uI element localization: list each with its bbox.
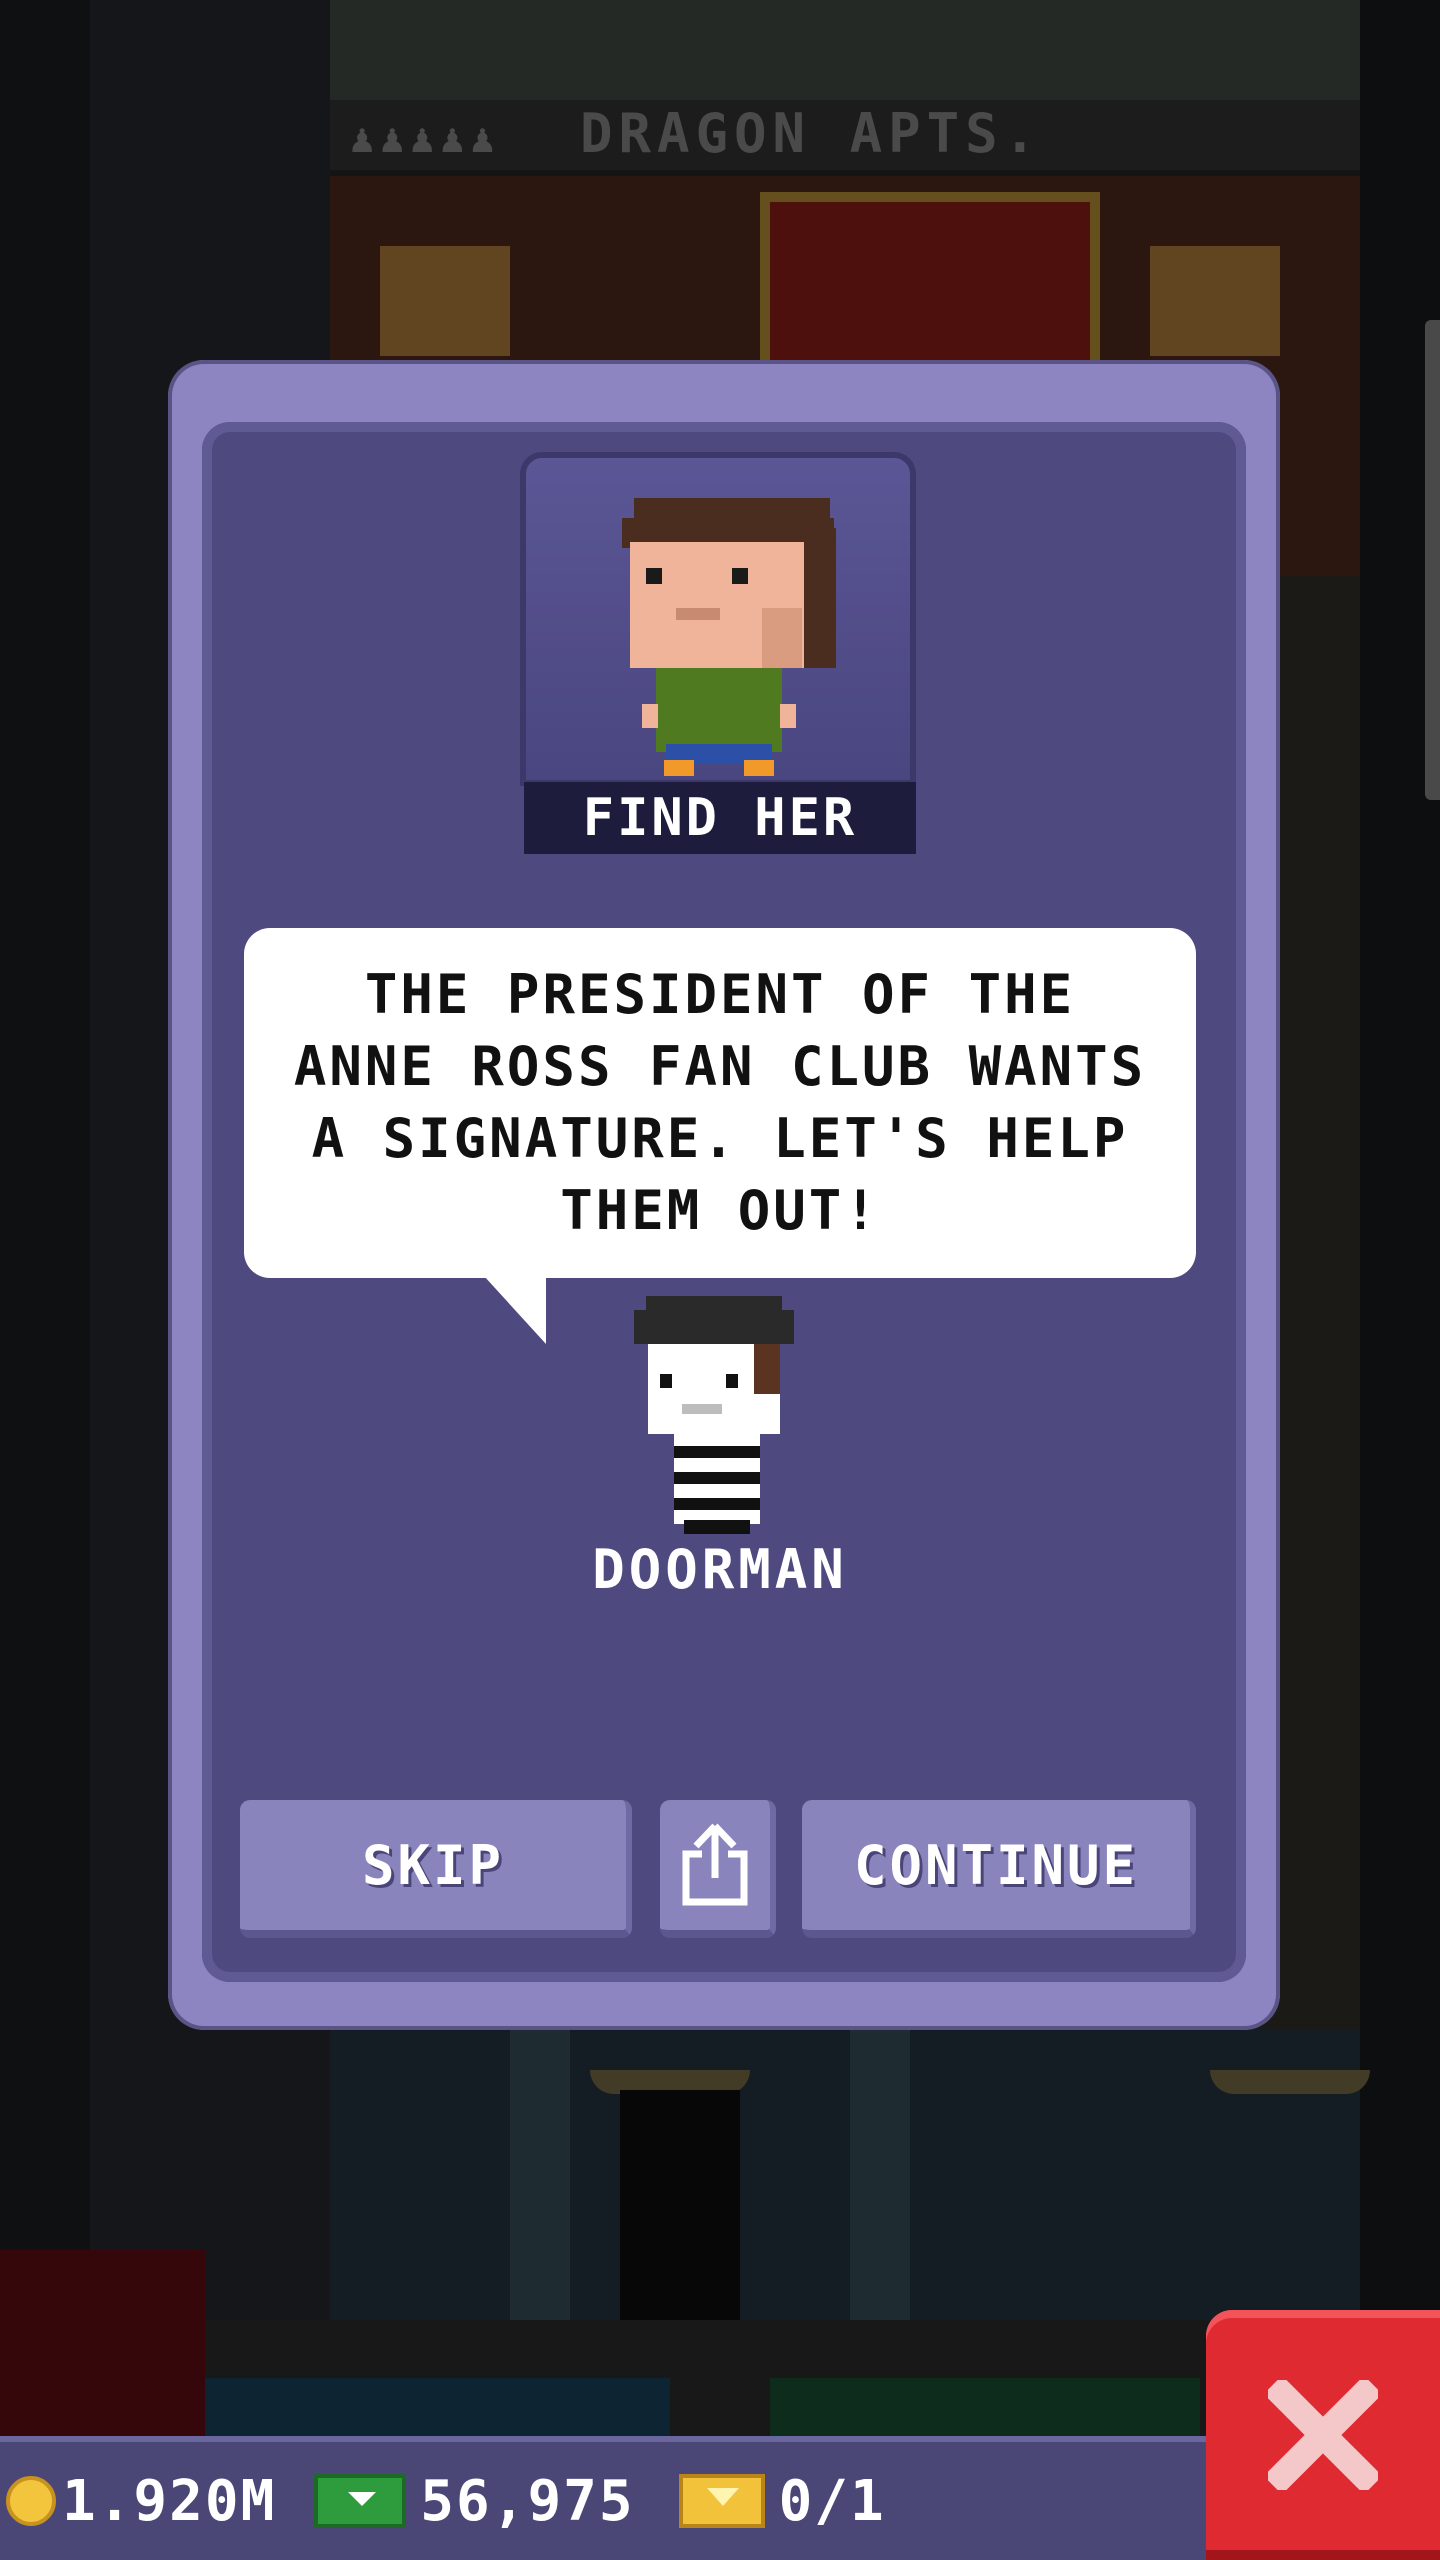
share-icon — [682, 1823, 748, 1906]
coin-icon — [6, 2476, 56, 2526]
speech-bubble: THE PRESIDENT OF THE ANNE ROSS FAN CLUB … — [244, 928, 1196, 1278]
skip-button[interactable]: SKIP — [240, 1800, 632, 1938]
bux-icon — [314, 2474, 407, 2528]
bux-counter: 56,975 — [296, 2469, 634, 2534]
doorman-character-icon — [634, 1296, 794, 1534]
close-button[interactable] — [1206, 2310, 1440, 2560]
close-icon — [1268, 2380, 1378, 2490]
mission-title: FIND HER — [524, 782, 916, 854]
ticket-value: 0/1 — [778, 2468, 886, 2534]
speech-text: THE PRESIDENT OF THE ANNE ROSS FAN CLUB … — [293, 963, 1147, 1242]
share-button[interactable] — [660, 1800, 776, 1938]
girl-character-icon — [622, 498, 836, 776]
coins-value: 1.920M — [62, 2468, 277, 2534]
coins-counter: 1.920M — [0, 2469, 276, 2534]
mission-portrait — [520, 452, 916, 786]
golden-ticket-icon — [678, 2474, 765, 2528]
continue-button[interactable]: CONTINUE — [802, 1800, 1196, 1938]
npc-name: DOORMAN — [592, 1538, 848, 1601]
speech-bubble-tail — [484, 1276, 546, 1344]
bux-value: 56,975 — [420, 2468, 635, 2534]
currency-bar: 1.920M 56,975 0/1 — [0, 2436, 1210, 2560]
ticket-counter: 0/1 — [655, 2469, 886, 2534]
